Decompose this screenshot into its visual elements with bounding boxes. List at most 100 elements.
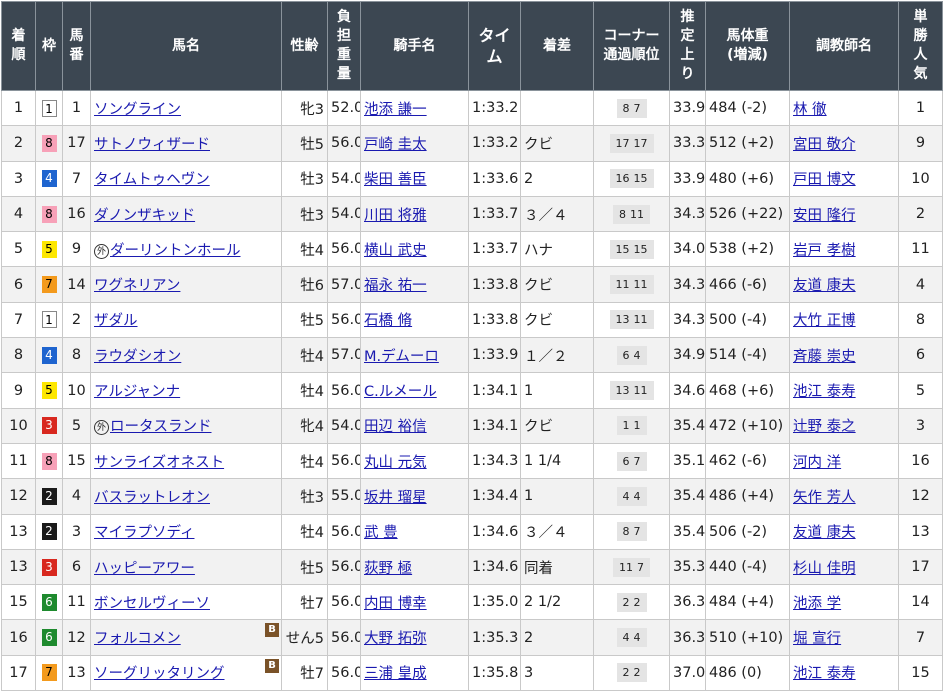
- trainer-link[interactable]: 安田 隆行: [793, 208, 856, 224]
- trainer-link[interactable]: 友道 康夫: [793, 278, 856, 294]
- header-row: 着順 枠 馬番 馬名 性齢 負担重量 騎手名 タイム 着差 コーナー 通過順位 推…: [1, 1, 943, 91]
- header-weight[interactable]: 負担重量: [327, 1, 361, 91]
- margin-cell: クビ: [520, 125, 594, 162]
- time-cell: 1:34.4: [468, 478, 521, 515]
- trainer-link[interactable]: 杉山 佳明: [793, 561, 856, 577]
- horse-name-link[interactable]: サンライズオネスト: [94, 455, 224, 471]
- horse-name-link[interactable]: ダーリントンホール: [110, 243, 241, 259]
- race-time: 1:35.3: [472, 629, 519, 646]
- horse-name-link[interactable]: フォルコメン: [94, 631, 181, 647]
- header-waku[interactable]: 枠: [35, 1, 63, 91]
- umaban-cell: 5: [62, 407, 91, 444]
- jockey-link[interactable]: 福永 祐一: [364, 278, 427, 294]
- jockey-link[interactable]: 内田 博幸: [364, 596, 427, 612]
- jockey-link[interactable]: 石橋 脩: [364, 313, 412, 329]
- trainer-link[interactable]: 大竹 正博: [793, 313, 856, 329]
- umaban-cell: 9: [62, 231, 91, 268]
- jockey-link[interactable]: 戸崎 圭太: [364, 137, 427, 153]
- jockey-link[interactable]: 池添 謙一: [364, 102, 427, 118]
- horse-name-link[interactable]: ザダル: [94, 313, 138, 329]
- margin: １／２: [524, 348, 568, 365]
- trainer-link[interactable]: 林 徹: [793, 102, 827, 118]
- header-jockey[interactable]: 騎手名: [360, 1, 469, 91]
- header-margin[interactable]: 着差: [520, 1, 594, 91]
- header-popularity[interactable]: 単勝人気: [898, 1, 943, 91]
- header-last3f[interactable]: 推定上り: [669, 1, 706, 91]
- corner-position: 11: [630, 207, 644, 221]
- margin: 2: [524, 629, 534, 646]
- jockey-link[interactable]: C.ルメール: [364, 384, 437, 400]
- jockey-link[interactable]: 荻野 極: [364, 561, 412, 577]
- horse-name-link[interactable]: ダノンザキッド: [94, 208, 195, 224]
- horse-name-link[interactable]: サトノウィザード: [94, 137, 210, 153]
- horse-name-link[interactable]: ハッピーアワー: [94, 561, 195, 577]
- margin-cell: ３／４: [520, 195, 594, 233]
- trainer-link[interactable]: 友道 康夫: [793, 525, 856, 541]
- jockey-link[interactable]: M.デムーロ: [364, 349, 439, 365]
- jockey-link[interactable]: 柴田 善臣: [364, 172, 427, 188]
- header-trainer[interactable]: 調教師名: [789, 1, 899, 91]
- horse-number: 1: [71, 100, 82, 117]
- jockey-link[interactable]: 丸山 元気: [364, 455, 427, 471]
- trainer-link[interactable]: 岩戸 孝樹: [793, 243, 856, 259]
- trainer-link[interactable]: 池江 泰寿: [793, 666, 856, 682]
- horse-name-link[interactable]: バスラットレオン: [94, 490, 210, 506]
- header-body-weight[interactable]: 馬体重 (増減): [705, 1, 790, 91]
- horse-name-cell: ダノンザキッド: [90, 195, 282, 233]
- trainer-link[interactable]: 辻野 泰之: [793, 419, 856, 435]
- horse-name-link[interactable]: ラウダシオン: [94, 349, 181, 365]
- corner-cell: 11 7: [593, 548, 670, 586]
- horse-name-link[interactable]: マイラプソディ: [94, 525, 194, 541]
- trainer-cell: 斉藤 崇史: [789, 337, 899, 374]
- horse-name-link[interactable]: ワグネリアン: [94, 278, 180, 294]
- trainer-link[interactable]: 堀 宣行: [793, 631, 841, 647]
- jockey-link[interactable]: 横山 武史: [364, 243, 427, 259]
- table-row: 15 6 11 ボンセルヴィーソ 牡7 56.0 内田 博幸 1:35.0 2 1/2 2 2 36.…: [1, 584, 943, 621]
- table-row: 7 1 2 ザダル 牡5 56.0 石橋 脩 1:33.8 クビ 13 11 34.3 500 (-4)…: [1, 301, 943, 339]
- trainer-link[interactable]: 宮田 敬介: [793, 137, 856, 153]
- rank-cell: 16: [1, 619, 36, 656]
- horse-number: 10: [67, 382, 86, 399]
- last3f: 34.6: [673, 382, 706, 399]
- jockey-link[interactable]: 坂井 瑠星: [364, 490, 427, 506]
- jockey-link[interactable]: 田辺 裕信: [364, 419, 427, 435]
- trainer-link[interactable]: 池添 学: [793, 596, 841, 612]
- horse-name-link[interactable]: ソングライン: [94, 102, 181, 118]
- header-corner[interactable]: コーナー 通過順位: [593, 1, 670, 91]
- horse-name-link[interactable]: ソーグリッタリング: [94, 666, 225, 682]
- header-umaban[interactable]: 馬番: [62, 1, 91, 91]
- jockey-link[interactable]: 三浦 皇成: [364, 666, 427, 682]
- trainer-link[interactable]: 戸田 博文: [793, 172, 856, 188]
- trainer-cell: 辻野 泰之: [789, 407, 899, 444]
- trainer-link[interactable]: 河内 洋: [793, 455, 841, 471]
- rank-cell: 12: [1, 478, 36, 515]
- trainer-link[interactable]: 矢作 芳人: [793, 490, 856, 506]
- popularity: 3: [915, 417, 926, 434]
- header-rank[interactable]: 着順: [1, 1, 36, 91]
- jockey-link[interactable]: 武 豊: [364, 525, 398, 541]
- body-weight-cell: 538 (+2): [705, 231, 790, 268]
- jockey-link[interactable]: 大野 拓弥: [364, 631, 427, 647]
- popularity-cell: 15: [898, 654, 943, 692]
- body-weight-cell: 466 (-6): [705, 266, 790, 303]
- jockey-link[interactable]: 川田 将雅: [364, 208, 427, 224]
- horse-name-link[interactable]: ロータスランド: [110, 419, 212, 435]
- header-sex-age[interactable]: 性齢: [281, 1, 328, 91]
- horse-name-link[interactable]: アルジャンナ: [94, 384, 180, 400]
- carried-weight: 56.0: [331, 135, 361, 152]
- sex-age: 牡4: [300, 348, 324, 365]
- corner-positions: 13 11: [609, 310, 654, 330]
- sex-age-cell: 牡5: [281, 301, 328, 339]
- trainer-link[interactable]: 斉藤 崇史: [793, 349, 856, 365]
- sex-age: 牝3: [300, 101, 324, 118]
- header-time[interactable]: タイム: [468, 1, 521, 91]
- popularity: 9: [915, 135, 926, 152]
- waku-cell: 4: [35, 160, 63, 197]
- popularity-cell: 10: [898, 160, 943, 197]
- horse-name-link[interactable]: ボンセルヴィーソ: [94, 596, 210, 612]
- header-horse-name[interactable]: 馬名: [90, 1, 282, 91]
- sex-age-cell: 牡4: [281, 442, 328, 480]
- trainer-link[interactable]: 池江 泰寿: [793, 384, 856, 400]
- horse-name-link[interactable]: タイムトゥヘヴン: [94, 172, 210, 188]
- table-row: 5 5 9 外ダーリントンホール 牡4 56.0 横山 武史 1:33.7 ハナ 15 15 34.0…: [1, 231, 943, 268]
